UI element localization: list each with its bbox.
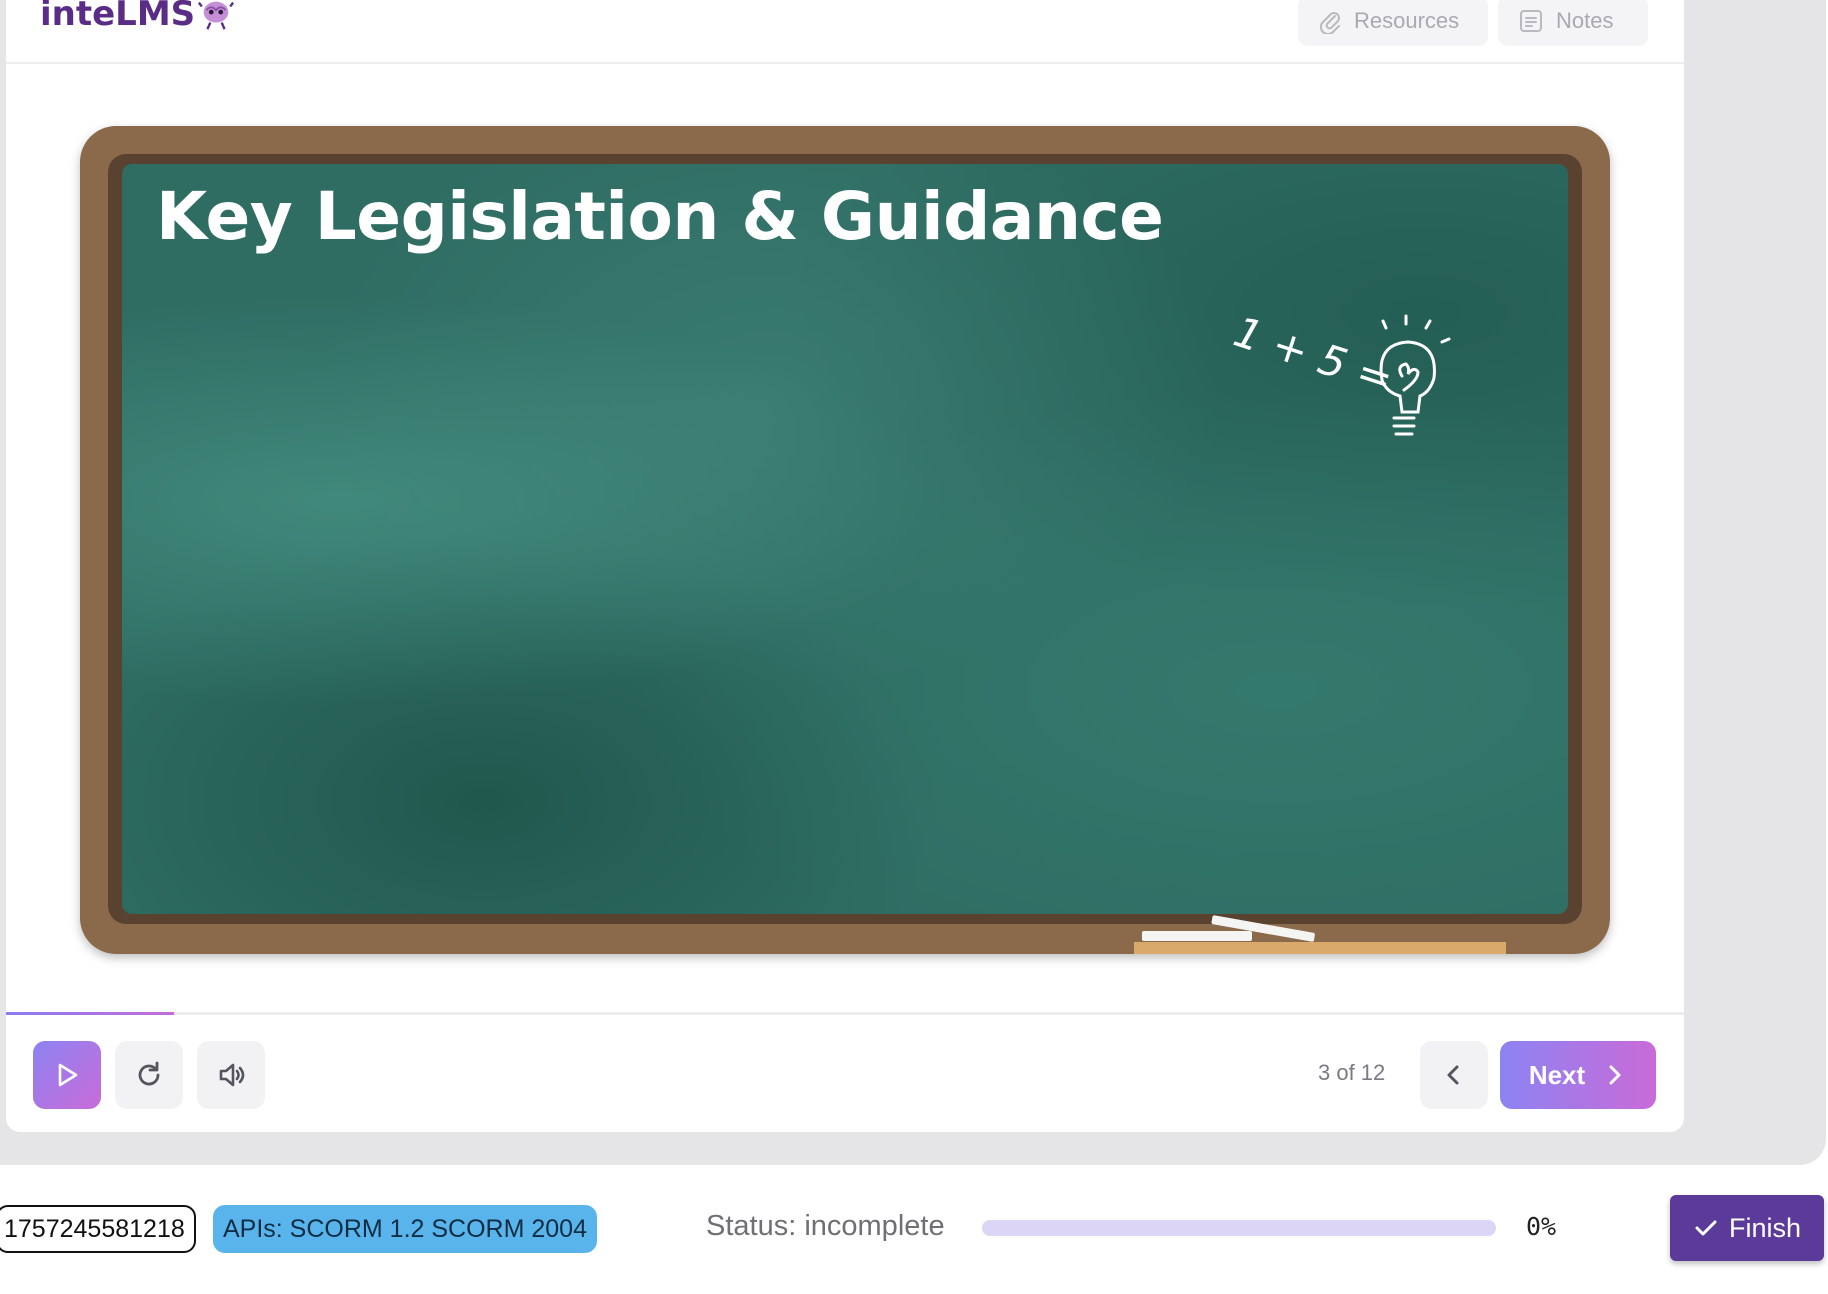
app-stage: inteLMS Resources Notes Key Legislation … [0,0,1828,1294]
previous-button[interactable] [1420,1041,1488,1109]
play-button[interactable] [33,1041,101,1109]
checkmark-icon [1695,1220,1717,1236]
chalkboard-slide: Key Legislation & Guidance 1 + 5 = [80,126,1610,954]
notes-button[interactable]: Notes [1498,0,1648,46]
replay-button[interactable] [115,1041,183,1109]
resources-label: Resources [1354,8,1460,33]
completion-progress-bar [982,1220,1496,1236]
intelms-logo: inteLMS [40,0,235,34]
document-icon [1520,10,1542,32]
api-badge: APIs: SCORM 1.2 SCORM 2004 [213,1205,597,1253]
completion-percent: 0% [1526,1212,1557,1241]
slide-progress-fill [6,1012,174,1015]
chalkboard-surface: Key Legislation & Guidance 1 + 5 = [122,164,1568,914]
completion-status: Status: incomplete [706,1210,945,1242]
notes-label: Notes [1556,8,1614,33]
next-button[interactable]: Next [1500,1041,1656,1109]
course-player: inteLMS Resources Notes Key Legislation … [6,0,1684,1132]
chalk-ledge [1134,942,1506,954]
replay-icon [138,1061,160,1086]
lightbulb-doodle-icon: 1 + 5 = [1230,307,1451,436]
logo-text: inteLMS [40,0,196,34]
doodle-equation: 1 + 5 = [1230,307,1399,404]
next-label: Next [1528,1059,1586,1090]
finish-label: Finish [1728,1212,1802,1243]
chevron-right-icon [1609,1065,1621,1085]
chalk-stick [1142,931,1252,941]
audio-button[interactable] [197,1041,265,1109]
brain-mascot-icon [198,1,235,30]
speaker-icon [219,1063,245,1087]
finish-button[interactable]: Finish [1670,1195,1824,1261]
session-id-field: 1757245581218 [0,1205,196,1253]
resources-button[interactable]: Resources [1298,0,1488,46]
chevron-left-icon [1447,1065,1459,1085]
player-header: inteLMS Resources Notes [6,0,1684,64]
play-icon [58,1063,78,1087]
paperclip-icon [1319,12,1340,34]
slide-counter: 3 of 12 [1318,1060,1386,1085]
slide-title: Key Legislation & Guidance [156,178,1164,255]
slide-progress-track [6,1012,1684,1015]
